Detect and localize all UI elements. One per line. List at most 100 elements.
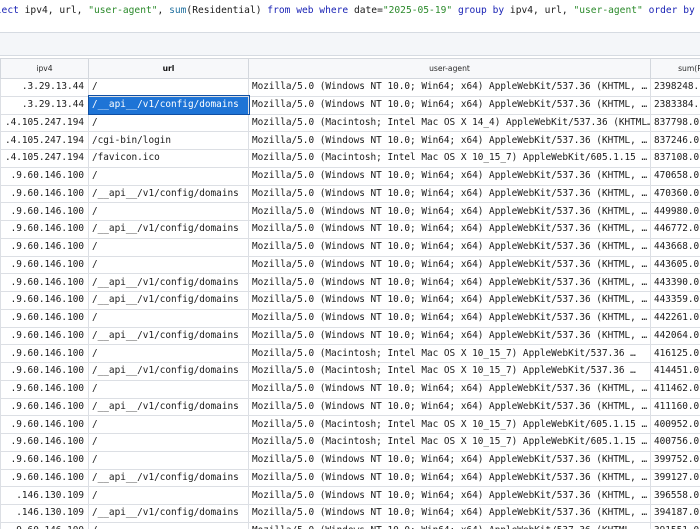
cell-url[interactable]: /favicon.ico xyxy=(88,149,249,168)
cell-user-agent[interactable]: Mozilla/5.0 (Windows NT 10.0; Win64; x64… xyxy=(248,131,651,150)
cell-url[interactable]: / xyxy=(88,78,249,97)
cell-sum[interactable]: 411160.0 xyxy=(650,397,700,417)
cell-url[interactable]: /__api__/v1/config/domains xyxy=(88,184,249,204)
cell-user-agent[interactable]: Mozilla/5.0 (Windows NT 10.0; Win64; x64… xyxy=(248,255,651,275)
cell-ipv4[interactable]: .146.130.109 xyxy=(0,486,89,505)
cell-url[interactable]: / xyxy=(88,344,249,363)
cell-ipv4[interactable]: .3.29.13.44 xyxy=(0,78,89,97)
cell-ipv4[interactable]: .9.60.146.100 xyxy=(0,308,89,328)
table-row[interactable]: .9.60.146.100 /__api__/v1/config/domains M… xyxy=(0,273,700,292)
cell-sum[interactable]: 443605.0 xyxy=(650,255,700,275)
cell-url[interactable]: /__api__/v1/config/domains xyxy=(88,504,249,523)
cell-url[interactable]: / xyxy=(88,433,249,452)
cell-url[interactable]: / xyxy=(88,486,249,505)
cell-sum[interactable]: 394187.0 xyxy=(650,504,700,523)
cell-sum[interactable]: 442261.0 xyxy=(650,308,700,328)
cell-ipv4[interactable]: .9.60.146.100 xyxy=(0,362,89,381)
table-row[interactable]: .9.60.146.100 /Mozilla/5.0 (Windows NT 10… xyxy=(0,379,700,399)
column-header-url[interactable]: url xyxy=(88,58,249,79)
cell-user-agent[interactable]: Mozilla/5.0 (Macintosh; Intel Mac OS X 1… xyxy=(248,149,651,168)
column-header-user-agent[interactable]: user-agent xyxy=(248,58,651,79)
cell-url[interactable]: /__api__/v1/config/domains xyxy=(88,220,249,239)
cell-url[interactable]: /__api__/v1/config/domains xyxy=(88,273,249,292)
cell-user-agent[interactable]: Mozilla/5.0 (Macintosh; Intel Mac OS X 1… xyxy=(248,344,651,363)
cell-user-agent[interactable]: Mozilla/5.0 (Macintosh; Intel Mac OS X 1… xyxy=(248,415,651,434)
cell-sum[interactable]: 443390.0 xyxy=(650,273,700,292)
table-row[interactable]: .9.60.146.100 /Mozilla/5.0 (Windows NT 10… xyxy=(0,237,700,257)
cell-url[interactable]: /__api__/v1/config/domains xyxy=(88,326,249,346)
sql-query-editor[interactable]: elect ipv4, url, "user-agent", sum(Resid… xyxy=(0,0,700,22)
table-row[interactable]: .9.60.146.100 /__api__/v1/config/domains M… xyxy=(0,291,700,310)
table-row[interactable]: .9.60.146.100 /Mozilla/5.0 (Macintosh; In… xyxy=(0,433,700,452)
cell-url[interactable]: / xyxy=(88,113,249,133)
cell-ipv4[interactable]: .9.60.146.100 xyxy=(0,521,89,529)
cell-user-agent[interactable]: Mozilla/5.0 (Windows NT 10.0; Win64; x64… xyxy=(248,468,651,488)
cell-ipv4[interactable]: .9.60.146.100 xyxy=(0,433,89,452)
table-row[interactable]: .9.60.146.100 /Mozilla/5.0 (Windows NT 10… xyxy=(0,255,700,275)
cell-url[interactable]: / xyxy=(88,255,249,275)
cell-ipv4[interactable]: .9.60.146.100 xyxy=(0,326,89,346)
cell-user-agent[interactable]: Mozilla/5.0 (Macintosh; Intel Mac OS X 1… xyxy=(248,433,651,452)
cell-url[interactable]: /cgi-bin/login xyxy=(88,131,249,150)
table-row[interactable]: .9.60.146.100 /Mozilla/5.0 (Windows NT 10… xyxy=(0,521,700,529)
cell-user-agent[interactable]: Mozilla/5.0 (Windows NT 10.0; Win64; x64… xyxy=(248,291,651,310)
cell-url[interactable]: /__api__/v1/config/domains xyxy=(88,468,249,488)
cell-url[interactable]: / xyxy=(88,415,249,434)
cell-user-agent[interactable]: Mozilla/5.0 (Windows NT 10.0; Win64; x64… xyxy=(248,220,651,239)
cell-ipv4[interactable]: .4.105.247.194 xyxy=(0,113,89,133)
cell-sum[interactable]: 837798.0 xyxy=(650,113,700,133)
cell-sum[interactable]: 837108.0 xyxy=(650,149,700,168)
cell-ipv4[interactable]: .9.60.146.100 xyxy=(0,237,89,257)
cell-user-agent[interactable]: Mozilla/5.0 (Macintosh; Intel Mac OS X 1… xyxy=(248,362,651,381)
table-row[interactable]: .146.130.109 /Mozilla/5.0 (Windows NT 10.… xyxy=(0,486,700,505)
cell-ipv4[interactable]: .9.60.146.100 xyxy=(0,255,89,275)
cell-url[interactable]: / xyxy=(88,202,249,221)
cell-user-agent[interactable]: Mozilla/5.0 (Macintosh; Intel Mac OS X 1… xyxy=(248,113,651,133)
cell-sum[interactable]: 411462.0 xyxy=(650,379,700,399)
cell-ipv4[interactable]: .9.60.146.100 xyxy=(0,166,89,186)
cell-user-agent[interactable]: Mozilla/5.0 (Windows NT 10.0; Win64; x64… xyxy=(248,450,651,470)
cell-user-agent[interactable]: Mozilla/5.0 (Windows NT 10.0; Win64; x64… xyxy=(248,486,651,505)
cell-ipv4[interactable]: .9.60.146.100 xyxy=(0,291,89,310)
cell-url[interactable]: /__api__/v1/config/domains xyxy=(87,95,250,115)
cell-ipv4[interactable]: .9.60.146.100 xyxy=(0,273,89,292)
cell-ipv4[interactable]: .9.60.146.100 xyxy=(0,344,89,363)
cell-sum[interactable]: 2398248.( xyxy=(650,78,700,97)
cell-sum[interactable]: 400952.0 xyxy=(650,415,700,434)
cell-sum[interactable]: 391551.0 xyxy=(650,521,700,529)
cell-user-agent[interactable]: Mozilla/5.0 (Windows NT 10.0; Win64; x64… xyxy=(248,308,651,328)
cell-ipv4[interactable]: .9.60.146.100 xyxy=(0,450,89,470)
cell-ipv4[interactable]: .146.130.109 xyxy=(0,504,89,523)
cell-url[interactable]: / xyxy=(88,379,249,399)
cell-sum[interactable]: 449980.0 xyxy=(650,202,700,221)
cell-sum[interactable]: 443359.0 xyxy=(650,291,700,310)
cell-ipv4[interactable]: .9.60.146.100 xyxy=(0,202,89,221)
cell-user-agent[interactable]: Mozilla/5.0 (Windows NT 10.0; Win64; x64… xyxy=(248,521,651,529)
cell-sum[interactable]: 400756.0 xyxy=(650,433,700,452)
cell-url[interactable]: / xyxy=(88,308,249,328)
table-row[interactable]: .9.60.146.100 /Mozilla/5.0 (Windows NT 10… xyxy=(0,308,700,328)
cell-url[interactable]: /__api__/v1/config/domains xyxy=(88,291,249,310)
cell-sum[interactable]: 443668.0 xyxy=(650,237,700,257)
cell-sum[interactable]: 399752.0 xyxy=(650,450,700,470)
cell-sum[interactable]: 442064.0 xyxy=(650,326,700,346)
table-row[interactable]: .9.60.146.100 /__api__/v1/config/domains M… xyxy=(0,397,700,417)
cell-url[interactable]: / xyxy=(88,521,249,529)
cell-ipv4[interactable]: .4.105.247.194 xyxy=(0,149,89,168)
cell-ipv4[interactable]: .9.60.146.100 xyxy=(0,379,89,399)
table-row[interactable]: .3.29.13.44/__api__/v1/config/domains Moz… xyxy=(0,95,700,115)
table-row[interactable]: .9.60.146.100 /__api__/v1/config/domains M… xyxy=(0,362,700,381)
cell-user-agent[interactable]: Mozilla/5.0 (Windows NT 10.0; Win64; x64… xyxy=(248,273,651,292)
cell-ipv4[interactable]: .3.29.13.44 xyxy=(0,95,89,115)
cell-url[interactable]: /__api__/v1/config/domains xyxy=(88,362,249,381)
cell-sum[interactable]: 416125.0 xyxy=(650,344,700,363)
cell-ipv4[interactable]: .9.60.146.100 xyxy=(0,220,89,239)
table-row[interactable]: .4.105.247.194/cgi-bin/login Mozilla/5.0 … xyxy=(0,131,700,150)
cell-user-agent[interactable]: Mozilla/5.0 (Windows NT 10.0; Win64; x64… xyxy=(248,237,651,257)
cell-sum[interactable]: 470658.0 xyxy=(650,166,700,186)
table-row[interactable]: .9.60.146.100 /Mozilla/5.0 (Windows NT 10… xyxy=(0,166,700,186)
cell-user-agent[interactable]: Mozilla/5.0 (Windows NT 10.0; Win64; x64… xyxy=(248,504,651,523)
cell-user-agent[interactable]: Mozilla/5.0 (Windows NT 10.0; Win64; x64… xyxy=(248,166,651,186)
table-row[interactable]: .9.60.146.100 /Mozilla/5.0 (Macintosh; In… xyxy=(0,415,700,434)
cell-user-agent[interactable]: Mozilla/5.0 (Windows NT 10.0; Win64; x64… xyxy=(248,397,651,417)
